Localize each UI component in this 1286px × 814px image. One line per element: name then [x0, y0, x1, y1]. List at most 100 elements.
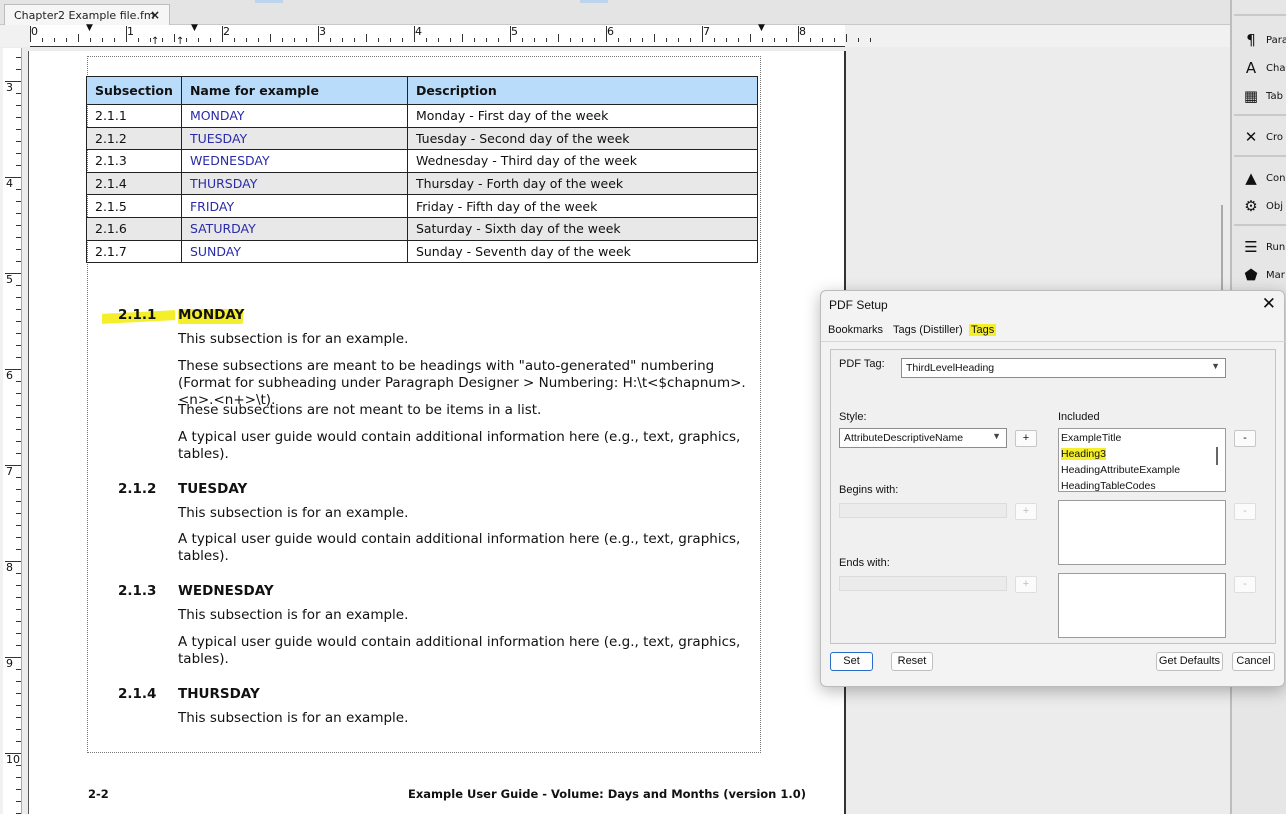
ends-with-field[interactable]: [839, 576, 1007, 591]
tab-stop-icon[interactable]: ↑: [176, 36, 184, 47]
ruler-tick: [16, 621, 21, 622]
close-icon[interactable]: ×: [150, 8, 160, 22]
ruler-tick: [390, 38, 391, 42]
ruler-number: 7: [6, 465, 13, 478]
table-designer-button[interactable]: ▦ Tab: [1242, 85, 1283, 107]
indent-marker-icon[interactable]: ▼: [191, 23, 198, 33]
ends-with-list[interactable]: [1058, 573, 1226, 638]
cell-subsection: 2.1.3: [86, 149, 182, 173]
indent-marker-icon[interactable]: ▼: [758, 23, 765, 33]
ruler-tick: [762, 38, 763, 42]
table-row[interactable]: 2.1.2 TUESDAY Tuesday - Second day of the …: [86, 126, 759, 151]
reset-button[interactable]: Reset: [891, 652, 933, 671]
begins-with-list[interactable]: [1058, 500, 1226, 565]
vertical-ruler[interactable]: 3 4 5 6 7 8 9 10: [0, 48, 22, 814]
table-row[interactable]: 2.1.3 WEDNESDAY Wednesday - Third day of t…: [86, 149, 759, 173]
included-list[interactable]: ExampleTitle Heading3 HeadingAttributeEx…: [1058, 428, 1226, 492]
add-ends-button[interactable]: +: [1015, 576, 1037, 593]
object-style-button[interactable]: ⚙ Obj: [1242, 195, 1283, 217]
close-icon[interactable]: ✕: [1262, 294, 1276, 314]
ruler-number: 1: [127, 25, 134, 38]
ruler-tick: [16, 609, 21, 610]
cell-subsection: 2.1.2: [86, 126, 182, 151]
indent-marker-icon[interactable]: ▼: [86, 23, 93, 33]
cross-reference-button[interactable]: ✕ Cro: [1242, 126, 1283, 148]
ruler-tick: [16, 429, 21, 430]
document-tab[interactable]: Chapter2 Example file.fm ×: [4, 4, 170, 25]
ruler-tick: [270, 34, 271, 42]
tab-stop-icon[interactable]: ↑: [151, 36, 159, 47]
cancel-button[interactable]: Cancel: [1232, 652, 1275, 671]
table-row[interactable]: 2.1.5 FRIDAY Friday - Fifth day of the wee…: [86, 194, 759, 218]
set-button[interactable]: Set: [830, 652, 873, 671]
chevron-down-icon: ▼: [1211, 361, 1220, 371]
scrollbar[interactable]: [1216, 447, 1218, 465]
character-designer-button[interactable]: A Cha: [1242, 57, 1286, 79]
table-icon: ▦: [1243, 87, 1259, 105]
pdf-tag-value: ThirdLevelHeading: [906, 362, 995, 374]
ruler-tick: [16, 441, 21, 442]
remove-begins-button[interactable]: -: [1234, 503, 1256, 520]
ruler-tick: [16, 681, 21, 682]
ruler-tick: [450, 38, 451, 42]
table-row[interactable]: 2.1.1 MONDAY Monday - First day of the wee…: [86, 104, 759, 128]
marker-button[interactable]: ⬟ Mar: [1242, 264, 1284, 286]
running-header-button[interactable]: ☰ Run: [1242, 236, 1285, 258]
ruler-number: 3: [6, 81, 13, 94]
ruler-tick: [774, 38, 775, 42]
divider: [1234, 155, 1286, 157]
cell-description: Friday - Fifth day of the week: [406, 194, 759, 218]
ruler-tick: [16, 729, 21, 730]
ruler-tick: [870, 38, 871, 42]
tab-tags[interactable]: Tags: [969, 324, 997, 336]
style-dropdown[interactable]: AttributeDescriptiveName ▼: [839, 428, 1007, 448]
ruler-number: 0: [31, 25, 38, 38]
ruler-tick: [16, 297, 21, 298]
list-item[interactable]: HeadingAttributeExample: [1061, 464, 1180, 476]
cell-subsection: 2.1.1: [86, 104, 182, 128]
ruler-tick: [498, 38, 499, 42]
paragraph-designer-button[interactable]: ¶ Para: [1242, 29, 1286, 51]
body-paragraph: A typical user guide would contain addit…: [178, 634, 741, 667]
table-row[interactable]: 2.1.6 SATURDAY Saturday - Sixth day of the…: [86, 216, 759, 241]
heading-number: 2.1.2: [118, 481, 157, 497]
divider: [1234, 114, 1286, 116]
ruler-tick: [246, 38, 247, 42]
ruler-tick: [30, 26, 31, 42]
cross-reference-icon: ✕: [1244, 128, 1258, 146]
ruler-tick: [342, 38, 343, 42]
remove-ends-button[interactable]: -: [1234, 576, 1256, 593]
ruler-tick: [402, 38, 403, 42]
ruler-tick: [510, 26, 511, 42]
add-begins-button[interactable]: +: [1015, 503, 1037, 520]
list-item-selected[interactable]: Heading3: [1061, 448, 1106, 460]
footer-page-number: 2-2: [88, 787, 109, 801]
character-icon: A: [1245, 59, 1257, 77]
table-row[interactable]: 2.1.7 SUNDAY Sunday - Seventh day of the w…: [86, 239, 759, 264]
cell-description: Wednesday - Third day of the week: [406, 149, 759, 173]
ruler-tick: [16, 141, 21, 142]
ends-with-label: Ends with:: [839, 557, 890, 569]
ruler-tick: [16, 237, 21, 238]
horizontal-ruler[interactable]: 0 1 2 3 4 5 6 7 8 ▼ ▼ ▼ ↑ ↑: [0, 23, 1230, 47]
tab-bookmarks[interactable]: Bookmarks: [828, 324, 883, 336]
remove-included-button[interactable]: -: [1234, 430, 1256, 447]
conditional-text-button[interactable]: ▲ Con: [1242, 167, 1285, 189]
tab-tags-distiller[interactable]: Tags (Distiller): [893, 324, 963, 336]
list-item[interactable]: ExampleTitle: [1061, 432, 1121, 444]
ruler-tick: [16, 477, 21, 478]
days-table[interactable]: Subsection Name for example Description …: [86, 76, 759, 264]
begins-with-field[interactable]: [839, 503, 1007, 518]
document-tab-bar: Chapter2 Example file.fm ×: [0, 0, 1230, 25]
ruler-number: 2: [223, 25, 230, 38]
pdf-setup-dialog[interactable]: PDF Setup ✕ Bookmarks Tags (Distiller) T…: [820, 290, 1286, 687]
get-defaults-button[interactable]: Get Defaults: [1156, 652, 1223, 671]
heading-title: THURSDAY: [178, 686, 260, 702]
pdf-tag-dropdown[interactable]: ThirdLevelHeading ▼: [901, 358, 1226, 378]
ruler-tick: [16, 573, 21, 574]
table-row[interactable]: 2.1.4 THURSDAY Thursday - Forth day of the…: [86, 171, 759, 196]
add-style-button[interactable]: +: [1015, 430, 1037, 447]
list-item[interactable]: HeadingTableCodes: [1061, 480, 1156, 492]
ruler-tick: [750, 34, 751, 42]
body-paragraph: A typical user guide would contain addit…: [178, 429, 741, 462]
